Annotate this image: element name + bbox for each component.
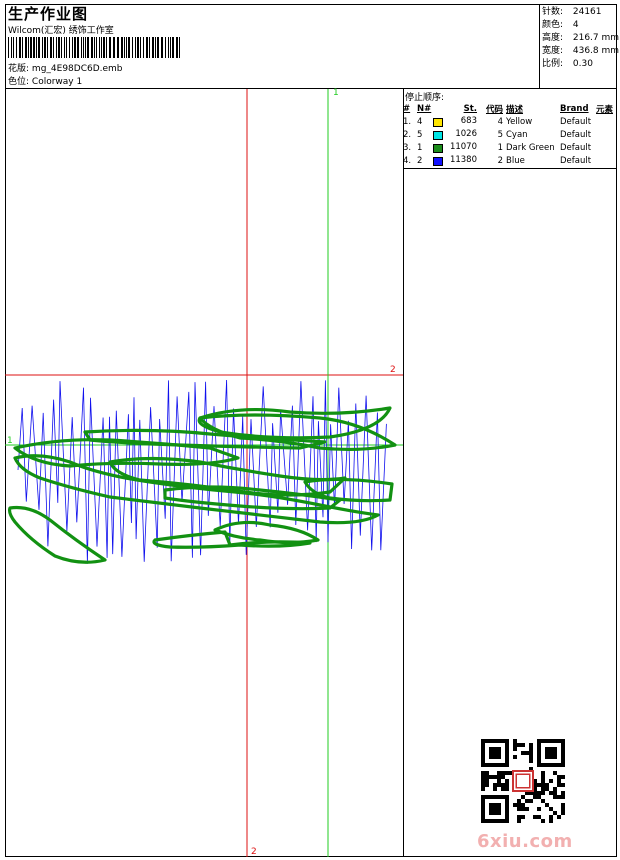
watermark: 6xiu.com: [477, 831, 573, 852]
red-guide-label-bottom: 2: [251, 847, 257, 857]
green-outline-shape: [7, 505, 107, 564]
design-canvas: [5, 89, 403, 857]
qr-code: [481, 739, 565, 823]
green-guide-label-left: 1: [7, 436, 13, 446]
red-guide-label-right: 2: [390, 365, 396, 375]
green-guide-label-top: 1: [333, 88, 339, 98]
